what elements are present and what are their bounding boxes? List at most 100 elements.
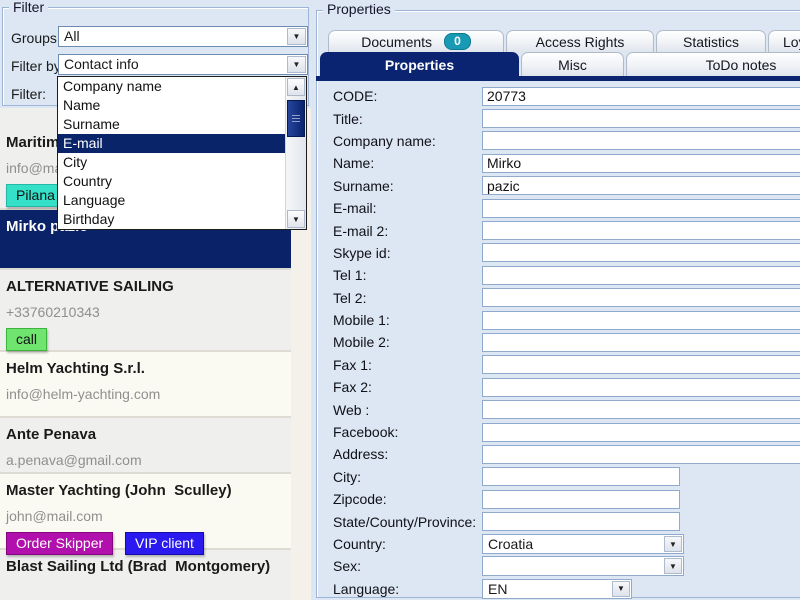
dropdown-item[interactable]: Surname xyxy=(58,115,285,134)
dropdown-item[interactable]: Country xyxy=(58,172,285,191)
city-input[interactable] xyxy=(482,467,680,486)
dropdown-item[interactable]: Company name xyxy=(58,77,285,96)
dropdown-item[interactable]: Name xyxy=(58,96,285,115)
skype-id-label: Skype id: xyxy=(333,245,482,261)
mobile2-input[interactable] xyxy=(482,333,800,352)
tab-access-rights[interactable]: Access Rights xyxy=(506,30,654,52)
contact-name: Blast Sailing Ltd (Brad Montgomery) xyxy=(6,558,285,575)
scrollbar-thumb[interactable] xyxy=(287,100,305,137)
contact-tag: VIP client xyxy=(125,532,204,555)
mobile1-input[interactable] xyxy=(482,311,800,330)
company-name-label: Company name: xyxy=(333,133,482,149)
properties-panel: Properties Documents 0 Access Rights Sta… xyxy=(313,0,800,600)
filter-groupbox-title: Filter xyxy=(9,0,48,15)
contact-list-item[interactable]: Blast Sailing Ltd (Brad Montgomery) xyxy=(0,550,291,600)
arrow-down-icon: ▼ xyxy=(292,215,300,224)
fax1-label: Fax 1: xyxy=(333,357,482,373)
scroll-down-button[interactable]: ▼ xyxy=(287,210,305,228)
email2-input[interactable] xyxy=(482,221,800,240)
tel2-input[interactable] xyxy=(482,288,800,307)
name-label: Name: xyxy=(333,155,482,171)
sex-label: Sex: xyxy=(333,558,482,574)
language-label: Language: xyxy=(333,581,482,597)
surname-label: Surname: xyxy=(333,178,482,194)
address-label: Address: xyxy=(333,446,482,462)
chevron-down-icon xyxy=(287,56,306,73)
tab-loyalty-label: Loy xyxy=(783,34,800,50)
arrow-up-icon: ▲ xyxy=(292,83,300,92)
fax2-label: Fax 2: xyxy=(333,379,482,395)
dropdown-item[interactable]: Birthday xyxy=(58,210,285,229)
groups-label: Groups: xyxy=(11,30,61,46)
contact-name: ALTERNATIVE SAILING xyxy=(6,278,285,295)
state-county-province-input[interactable] xyxy=(482,512,680,531)
zipcode-label: Zipcode: xyxy=(333,491,482,507)
facebook-input[interactable] xyxy=(482,423,800,442)
skype-id-input[interactable] xyxy=(482,243,800,262)
dropdown-scrollbar[interactable]: ▲ ▼ xyxy=(285,77,306,229)
tab-properties[interactable]: Properties xyxy=(320,52,519,76)
tab-statistics[interactable]: Statistics xyxy=(656,30,766,52)
web-label: Web : xyxy=(333,402,482,418)
country-select-value: Croatia xyxy=(483,535,663,553)
tab-loyalty[interactable]: Loy xyxy=(768,30,800,52)
tel1-input[interactable] xyxy=(482,266,800,285)
contact-list-item[interactable]: Helm Yachting S.r.l. info@helm-yachting.… xyxy=(0,352,291,416)
scroll-up-button[interactable]: ▲ xyxy=(287,78,305,96)
filter-by-select[interactable]: Contact info xyxy=(58,54,308,75)
email-input[interactable] xyxy=(482,199,800,218)
tab-documents-label: Documents xyxy=(361,34,432,50)
contact-list-item[interactable]: ALTERNATIVE SAILING +33760210343 call xyxy=(0,270,291,350)
left-panel: Filter Groups: All Filter by: Contact in… xyxy=(0,0,313,600)
surname-input[interactable] xyxy=(482,176,800,195)
chevron-down-icon xyxy=(287,28,306,45)
documents-count-badge: 0 xyxy=(444,33,471,50)
tab-misc[interactable]: Misc xyxy=(521,52,624,76)
chevron-down-icon xyxy=(612,581,630,597)
facebook-label: Facebook: xyxy=(333,424,482,440)
sex-select-value xyxy=(483,557,663,575)
tab-misc-label: Misc xyxy=(558,57,587,73)
country-select[interactable]: Croatia xyxy=(482,534,684,554)
dropdown-item[interactable]: Language xyxy=(58,191,285,210)
tab-documents[interactable]: Documents 0 xyxy=(328,30,504,52)
contact-list-item[interactable]: Ante Penava a.penava@gmail.com xyxy=(0,418,291,472)
contact-email: john@mail.com xyxy=(6,508,285,524)
dropdown-item-selected[interactable]: E-mail xyxy=(58,134,285,153)
chevron-down-icon xyxy=(664,558,682,574)
tab-todo-notes-label: ToDo notes xyxy=(706,57,777,73)
fax2-input[interactable] xyxy=(482,378,800,397)
filter-by-dropdown-list: Company name Name Surname E-mail City Co… xyxy=(57,76,307,230)
tab-statistics-label: Statistics xyxy=(683,34,739,50)
sex-select[interactable] xyxy=(482,556,684,576)
contact-list-item[interactable]: Master Yachting (John Sculley) john@mail… xyxy=(0,474,291,548)
code-label: CODE: xyxy=(333,88,482,104)
contact-name: Master Yachting (John Sculley) xyxy=(6,482,285,499)
zipcode-input[interactable] xyxy=(482,490,680,509)
contact-tag: Order Skipper xyxy=(6,532,113,555)
call-tag[interactable]: call xyxy=(6,328,47,351)
contact-email: a.penava@gmail.com xyxy=(6,452,285,468)
groups-select[interactable]: All xyxy=(58,26,308,47)
contact-phone: +33760210343 xyxy=(6,304,285,320)
active-tab-underline xyxy=(316,76,800,81)
chevron-down-icon xyxy=(664,536,682,552)
contact-email: info@helm-yachting.com xyxy=(6,386,285,402)
country-label: Country: xyxy=(333,536,482,552)
tel2-label: Tel 2: xyxy=(333,290,482,306)
title-label: Title: xyxy=(333,111,482,127)
address-input[interactable] xyxy=(482,445,800,464)
dropdown-item[interactable]: City xyxy=(58,153,285,172)
code-input[interactable] xyxy=(482,87,800,106)
email-label: E-mail: xyxy=(333,200,482,216)
title-input[interactable] xyxy=(482,109,800,128)
tab-todo-notes[interactable]: ToDo notes xyxy=(626,52,800,76)
contact-name: Ante Penava xyxy=(6,426,285,443)
company-name-input[interactable] xyxy=(482,131,800,150)
name-input[interactable] xyxy=(482,154,800,173)
tab-properties-label: Properties xyxy=(385,57,454,73)
mobile2-label: Mobile 2: xyxy=(333,334,482,350)
fax1-input[interactable] xyxy=(482,355,800,374)
web-input[interactable] xyxy=(482,400,800,419)
language-select[interactable]: EN xyxy=(482,579,632,599)
